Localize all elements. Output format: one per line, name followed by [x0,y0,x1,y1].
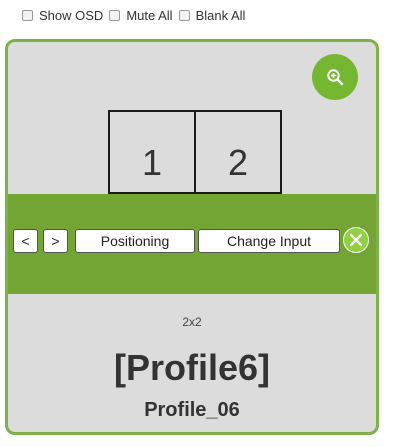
blank-all-checkbox[interactable] [178,9,190,21]
layout-size-label: 2x2 [182,315,202,329]
layout-preview: 1 2 [108,110,282,194]
show-osd-label: Show OSD [39,7,104,23]
positioning-button[interactable]: Positioning [75,229,195,253]
layout-cell: 1 [141,142,163,183]
action-bar: < > Positioning Change Input [8,194,376,294]
mute-all-checkbox[interactable] [109,9,121,21]
mute-all-label: Mute All [126,7,173,23]
show-osd-checkbox[interactable] [22,9,33,21]
profile-title: [Profile6] [113,347,271,388]
profile-name: Profile_06 [144,399,240,421]
zoom-in-icon [327,69,344,86]
options-bar: Show OSD Mute All Blank All [22,6,251,24]
close-icon [349,233,363,247]
next-button[interactable]: > [43,229,68,253]
blank-all-label: Blank All [195,7,246,23]
mute-all-option[interactable]: Mute All [109,7,173,23]
previous-button[interactable]: < [13,229,38,253]
change-input-button[interactable]: Change Input [198,229,340,253]
zoom-button[interactable] [312,54,358,100]
layout-cell: 2 [194,112,280,192]
show-osd-option[interactable]: Show OSD [22,8,103,23]
profile-card: 1 2 < > Positioning Change Input 2x2 [Pr… [5,39,379,435]
blank-all-option[interactable]: Blank All [178,7,246,23]
close-button[interactable] [343,227,369,253]
